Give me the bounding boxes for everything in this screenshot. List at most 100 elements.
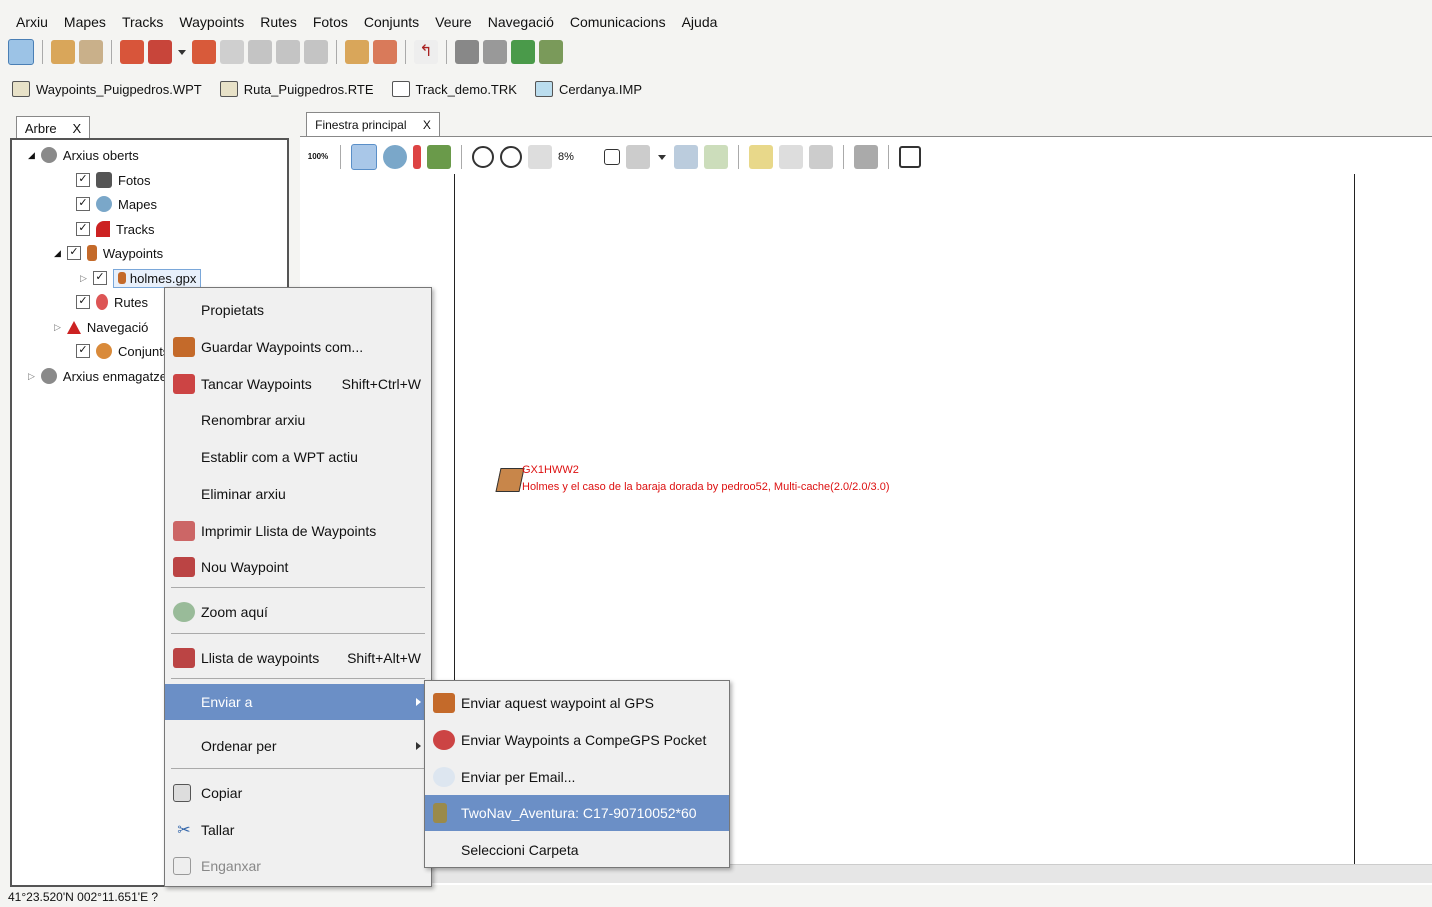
tree-item-navegacio[interactable]: ▷ Navegació [54,316,148,338]
tree-item-holmes-gpx[interactable]: ▷ ✓ holmes.gpx [80,267,202,289]
submenu-item-send-pocket[interactable]: Enviar Waypoints a CompeGPS Pocket [425,722,729,758]
submenu-item-send-gps[interactable]: Enviar aquest waypoint al GPS [425,685,729,721]
track-edit-icon[interactable] [148,40,172,64]
3d-view-icon[interactable] [427,145,451,169]
menu-veure[interactable]: Veure [427,14,480,30]
checkbox[interactable]: ✓ [76,197,90,211]
tree-item-mapes[interactable]: ✓ Mapes [76,193,157,215]
submenu-item-select-folder[interactable]: Seleccioni Carpeta [425,832,729,868]
expand-icon[interactable]: ◢ [28,150,35,161]
close-icon[interactable]: X [423,118,431,132]
menu-item-tallar[interactable]: ✂ Tallar [165,813,431,847]
checkbox[interactable]: ✓ [92,271,107,285]
checkbox[interactable]: ✓ [76,295,90,309]
navigation-icon[interactable] [539,40,563,64]
expand-icon[interactable]: ▷ [28,371,35,382]
menu-rutes[interactable]: Rutes [252,14,305,30]
menu-ajuda[interactable]: Ajuda [674,14,726,30]
zoom-here-icon[interactable] [704,145,728,169]
excel-export-icon[interactable] [511,40,535,64]
menu-item-ordenar-per[interactable]: Ordenar per [165,729,431,763]
waypoint-tool-icon[interactable] [51,40,75,64]
menu-item-establir-actiu[interactable]: Establir com a WPT actiu [165,440,431,474]
route-icon[interactable] [345,40,369,64]
tree-item-waypoints[interactable]: ◢ ✓ Waypoints [54,242,163,264]
menu-item-nou-waypoint[interactable]: Nou Waypoint [165,550,431,584]
menu-comunicacions[interactable]: Comunicacions [562,14,674,30]
fullscreen-icon[interactable] [899,146,921,168]
route-edit-icon[interactable] [373,40,397,64]
pause-icon[interactable] [304,40,328,64]
open-file-route[interactable]: Ruta_Puigpedros.RTE [219,81,374,97]
tab-arbre[interactable]: Arbre X [16,116,90,139]
tab-finestra-principal[interactable]: Finestra principal X [306,112,440,137]
expand-icon[interactable]: ▷ [54,322,61,333]
cache-box-icon[interactable] [495,468,525,492]
expand-icon[interactable]: ◢ [54,248,61,259]
selected-file[interactable]: holmes.gpx [112,268,202,288]
globe-icon[interactable] [383,145,407,169]
waypoint-edit-icon[interactable] [79,40,103,64]
menu-fotos[interactable]: Fotos [305,14,356,30]
menu-item-propietats[interactable]: Propietats [165,293,431,327]
checkbox[interactable]: ✓ [76,344,90,358]
tree-item-arxius-oberts[interactable]: ◢ Arxius oberts [28,144,139,166]
measure-icon[interactable] [809,145,833,169]
north-arrow-icon[interactable] [413,145,421,169]
menu-item-renombrar[interactable]: Renombrar arxiu [165,403,431,437]
window-icon[interactable] [674,145,698,169]
menu-tracks[interactable]: Tracks [114,14,171,30]
frame-icon[interactable] [626,145,650,169]
open-file-map[interactable]: Cerdanya.IMP [534,81,642,97]
menu-arxiu[interactable]: Arxiu [0,14,56,30]
zoom-level-field[interactable]: 8% [558,151,598,163]
submenu-item-twonav[interactable]: TwoNav_Aventura: C17-90710052*60 [425,795,729,831]
tree-item-fotos[interactable]: ✓ Fotos [76,169,151,191]
zoom-hand-icon[interactable] [528,145,552,169]
profile-icon[interactable] [220,40,244,64]
pointer-info-icon[interactable] [779,145,803,169]
tree-item-arxius-enmagatzem[interactable]: ▷ Arxius enmagatzem [28,365,178,387]
zoom-out-icon[interactable] [472,146,494,168]
zoom-dropdown-icon[interactable] [604,149,620,165]
waypoint-name[interactable]: GX1HWW2 [522,464,579,476]
menu-item-llista-waypoints[interactable]: Llista de waypoints Shift+Alt+W [165,641,431,675]
checkbox[interactable]: ✓ [76,222,90,236]
menu-navegacio[interactable]: Navegació [480,14,562,30]
zoom-100-button[interactable]: 100% [306,145,330,169]
track-tool-icon[interactable] [120,40,144,64]
open-file-waypoints[interactable]: Waypoints_Puigpedros.WPT [12,81,202,97]
screenshot-icon[interactable] [854,145,878,169]
note-icon[interactable] [749,145,773,169]
open-file-track[interactable]: Track_demo.TRK [391,81,517,97]
select-tool-icon[interactable] [8,39,34,65]
gps-receive-icon[interactable] [483,40,507,64]
track-draw-icon[interactable] [192,40,216,64]
menu-item-zoom-aqui[interactable]: Zoom aquí [165,595,431,629]
menu-item-eliminar[interactable]: Eliminar arxiu [165,477,431,511]
menu-mapes[interactable]: Mapes [56,14,114,30]
chevron-down-icon[interactable] [658,154,666,160]
menu-item-copiar[interactable]: Copiar [165,776,431,810]
zoom-in-icon[interactable] [500,146,522,168]
checkbox[interactable]: ✓ [66,246,81,260]
expand-icon[interactable]: ▷ [80,273,87,284]
play-icon[interactable] [276,40,300,64]
menu-item-imprimir[interactable]: Imprimir Llista de Waypoints [165,514,431,548]
menu-waypoints[interactable]: Waypoints [171,14,252,30]
close-icon[interactable]: X [72,121,81,136]
menu-item-enviar-a[interactable]: Enviar a [165,684,431,720]
menu-conjunts[interactable]: Conjunts [356,14,427,30]
tree-item-tracks[interactable]: ✓ Tracks [76,218,155,240]
submenu-item-send-email[interactable]: Enviar per Email... [425,759,729,795]
undo-icon[interactable]: ↰ [414,40,438,64]
chevron-down-icon[interactable] [178,49,186,55]
stop-icon[interactable] [248,40,272,64]
hand-pan-icon[interactable] [351,144,377,170]
checkbox[interactable]: ✓ [76,173,90,187]
gps-send-icon[interactable] [455,40,479,64]
menu-item-tancar[interactable]: Tancar Waypoints Shift+Ctrl+W [165,367,431,401]
menu-item-guardar[interactable]: Guardar Waypoints com... [165,330,431,364]
tree-item-rutes[interactable]: ✓ Rutes [76,291,148,313]
tree-item-conjunts[interactable]: ✓ Conjunts [76,340,169,362]
